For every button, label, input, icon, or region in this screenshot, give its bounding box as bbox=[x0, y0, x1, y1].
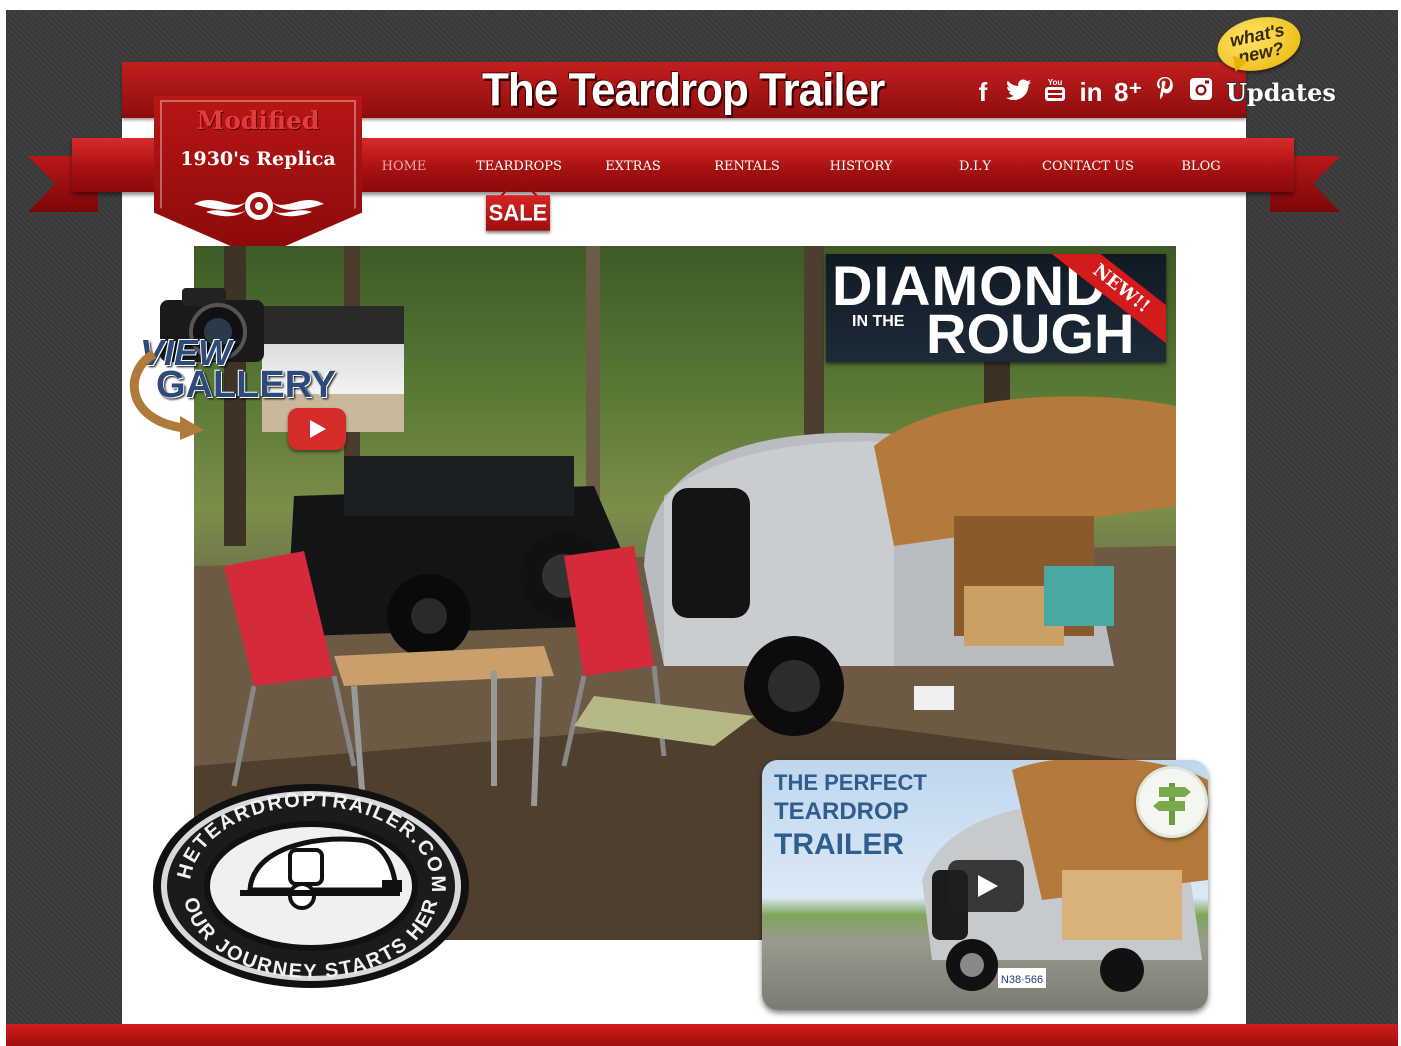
twitter-icon[interactable] bbox=[1006, 77, 1032, 107]
curved-arrow-icon bbox=[129, 350, 204, 440]
youtube-icon[interactable]: You bbox=[1042, 76, 1068, 108]
sale-tag[interactable]: SALE bbox=[486, 195, 550, 231]
main-nav: HOME TEARDROPS EXTRAS RENTALS HISTORY D.… bbox=[360, 150, 1260, 184]
signpost-icon[interactable] bbox=[1136, 766, 1208, 838]
nav-home[interactable]: HOME bbox=[382, 150, 427, 184]
site-title[interactable]: The Teardrop Trailer bbox=[482, 65, 892, 118]
nav-extras[interactable]: EXTRAS bbox=[605, 150, 661, 184]
googleplus-icon[interactable]: 8⁺ bbox=[1114, 77, 1142, 107]
updates-link[interactable]: Updates bbox=[1226, 78, 1336, 107]
video-play-button[interactable] bbox=[948, 860, 1024, 912]
linkedin-icon[interactable]: in bbox=[1078, 77, 1104, 107]
perfect-title-3: TRAILER bbox=[774, 828, 904, 861]
diamond-in-the-rough-banner[interactable]: DIAMOND IN THE ROUGH NEW!! bbox=[826, 254, 1166, 362]
flame-wheel-icon bbox=[194, 192, 324, 220]
nav-contact-us[interactable]: CONTACT US bbox=[1042, 150, 1134, 184]
gallery-play-button[interactable] bbox=[288, 408, 346, 450]
logo-modified-text: Modified bbox=[196, 106, 320, 135]
in-the-text: IN THE bbox=[852, 313, 905, 330]
social-links: f You in 8⁺ bbox=[970, 72, 1214, 112]
instagram-icon[interactable] bbox=[1188, 77, 1214, 107]
rough-title: ROUGH bbox=[926, 302, 1135, 362]
facebook-icon[interactable]: f bbox=[970, 77, 996, 107]
pinterest-icon[interactable] bbox=[1152, 76, 1178, 108]
perfect-title-2: TEARDROP bbox=[774, 798, 909, 825]
nav-history[interactable]: HISTORY bbox=[830, 150, 893, 184]
logo-replica-text: 1930's Replica bbox=[180, 148, 336, 170]
nav-rentals[interactable]: RENTALS bbox=[714, 150, 780, 184]
medallion-logo[interactable]: THETEARDROPTRAILER.COM YOUR JOURNEY STAR… bbox=[150, 780, 472, 992]
footer-bar bbox=[6, 1024, 1398, 1046]
perfect-title-1: THE PERFECT bbox=[774, 770, 927, 795]
nav-diy[interactable]: D.I.Y bbox=[959, 150, 991, 184]
license-plate: N38·566 bbox=[1001, 974, 1043, 986]
nav-blog[interactable]: BLOG bbox=[1181, 150, 1220, 184]
svg-text:You: You bbox=[1048, 78, 1063, 87]
